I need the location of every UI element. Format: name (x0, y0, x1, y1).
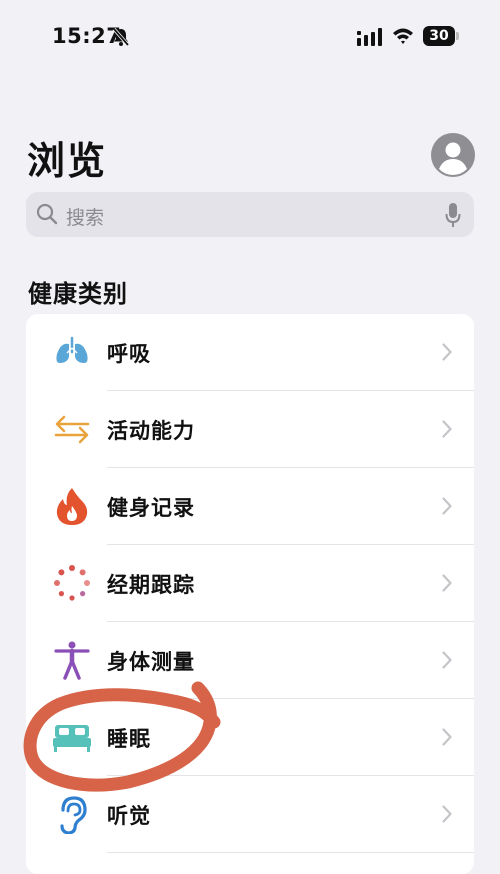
category-label: 睡眠 (107, 727, 151, 751)
category-row-cycle-tracking[interactable]: 经期跟踪 (26, 545, 474, 622)
search-field[interactable]: 搜索 (26, 192, 474, 237)
figure-icon (54, 641, 90, 680)
status-bar: 15:27 30 (0, 0, 500, 70)
microphone-icon[interactable] (445, 202, 461, 228)
wifi-icon (393, 28, 413, 44)
chevron-right-icon (442, 805, 452, 823)
category-row-sleep[interactable]: 睡眠 (26, 699, 474, 776)
avatar[interactable] (431, 133, 475, 177)
chevron-right-icon (442, 651, 452, 669)
category-label: 听觉 (107, 804, 151, 828)
category-label: 经期跟踪 (107, 573, 195, 597)
chevron-right-icon (442, 574, 452, 592)
cycle-dots-icon (54, 565, 90, 601)
arrows-icon (54, 415, 90, 444)
battery-level: 30 (423, 26, 455, 46)
category-label: 健身记录 (107, 496, 195, 520)
muted-bell-icon (112, 27, 130, 47)
chevron-right-icon (442, 343, 452, 361)
battery-icon: 30 (423, 26, 459, 46)
category-row-mobility[interactable]: 活动能力 (26, 391, 474, 468)
bed-icon (53, 725, 91, 752)
section-heading: 健康类别 (28, 280, 128, 308)
category-row-breathing[interactable]: 呼吸 (26, 314, 474, 391)
page-title: 浏览 (27, 139, 108, 183)
search-icon (36, 203, 58, 225)
ear-icon (60, 796, 87, 834)
flame-icon (56, 488, 88, 525)
chevron-right-icon (442, 497, 452, 515)
category-row-workouts[interactable]: 健身记录 (26, 468, 474, 545)
chevron-right-icon (442, 728, 452, 746)
lungs-icon (56, 336, 88, 363)
battery-cap (456, 32, 459, 40)
chevron-right-icon (442, 420, 452, 438)
health-categories-list: 呼吸 活动能力 健身记录 经期跟踪 身体测量 睡眠 听觉 (26, 314, 474, 874)
category-label: 呼吸 (107, 342, 151, 366)
cellular-signal-icon (357, 28, 382, 46)
category-row-body-measurements[interactable]: 身体测量 (26, 622, 474, 699)
category-row-hearing[interactable]: 听觉 (26, 776, 474, 853)
search-placeholder: 搜索 (66, 207, 105, 229)
category-label: 身体测量 (107, 650, 195, 674)
category-label: 活动能力 (107, 419, 195, 443)
row-divider (107, 852, 474, 853)
